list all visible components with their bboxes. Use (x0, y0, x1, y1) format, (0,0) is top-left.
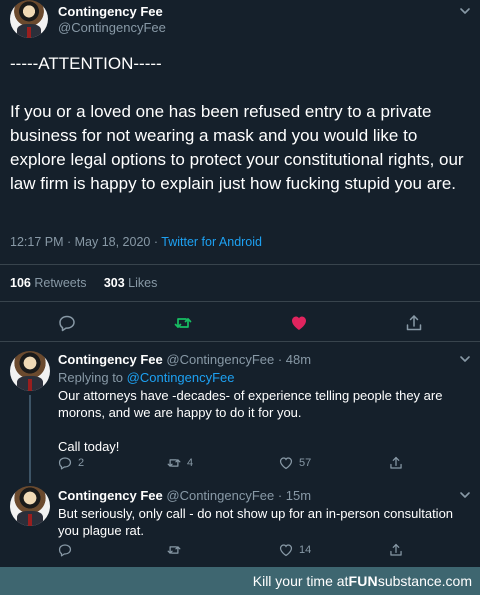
reply-tweet[interactable]: Contingency Fee @ContingencyFee · 15m Bu… (0, 480, 480, 567)
display-name[interactable]: Contingency Fee (58, 4, 163, 19)
reply-icon (58, 457, 72, 470)
reply-action[interactable] (58, 543, 72, 557)
divider (0, 264, 480, 265)
thread-line (29, 395, 31, 483)
handle-time[interactable]: @ContingencyFee · 15m (166, 488, 311, 503)
retweet-count: 4 (187, 457, 194, 469)
likes-count: 303 (103, 276, 125, 290)
watermark-suffix: .com (441, 573, 472, 589)
share-icon[interactable] (404, 313, 424, 333)
like-action[interactable]: 14 (279, 543, 311, 557)
retweets-label: Retweets (34, 276, 87, 290)
tweet-text: -----ATTENTION----- If you or a loved on… (10, 52, 475, 196)
chevron-down-icon[interactable] (458, 352, 472, 366)
tweet-meta: 12:17 PM · May 18, 2020 · Twitter for An… (10, 235, 262, 249)
watermark-brand-rest: substance (377, 573, 442, 589)
share-action[interactable] (389, 456, 403, 470)
like-count: 14 (299, 544, 312, 556)
watermark-brand-fun: FUN (348, 573, 378, 589)
replying-to: Replying to @ContingencyFee (58, 370, 235, 385)
replying-prefix: Replying to (58, 370, 127, 385)
share-icon (390, 456, 402, 469)
mention-link[interactable]: @ContingencyFee (127, 370, 235, 385)
reply-action[interactable]: 2 (58, 456, 84, 470)
tweet-heading: -----ATTENTION----- (10, 54, 162, 73)
handle[interactable]: @ContingencyFee (58, 20, 166, 35)
main-tweet: Contingency Fee @ContingencyFee -----ATT… (0, 0, 480, 342)
reply-header: Contingency Fee @ContingencyFee · 15m (58, 488, 311, 503)
likes-stat[interactable]: 303 Likes (104, 276, 158, 290)
engagement-stats: 106 Retweets 303 Likes (10, 276, 157, 290)
reply-icon[interactable] (57, 313, 77, 333)
reply-text-line: Our attorneys have -decades- of experien… (58, 388, 443, 420)
reply-icon (58, 544, 72, 557)
tweet-body-text: If you or a loved one has been refused e… (10, 102, 464, 193)
source-link[interactable]: Twitter for Android (161, 235, 262, 249)
reply-tweet[interactable]: Contingency Fee @ContingencyFee · 48m Re… (0, 342, 480, 483)
avatar[interactable] (10, 351, 50, 391)
reply-text: Our attorneys have -decades- of experien… (58, 387, 468, 455)
divider (0, 301, 480, 302)
reply-text: But seriously, only call - do not show u… (58, 505, 468, 539)
chevron-down-icon[interactable] (458, 4, 472, 18)
likes-label: Likes (128, 276, 158, 290)
display-name[interactable]: Contingency Fee (58, 488, 163, 503)
retweet-action[interactable] (167, 543, 181, 557)
reply-text-line: But seriously, only call - do not show u… (58, 506, 454, 538)
like-icon[interactable] (289, 313, 309, 333)
retweet-action[interactable]: 4 (167, 456, 193, 470)
avatar[interactable] (10, 0, 48, 38)
display-name[interactable]: Contingency Fee (58, 352, 163, 367)
like-action[interactable]: 57 (279, 456, 311, 470)
retweet-icon (167, 459, 181, 467)
handle-time[interactable]: @ContingencyFee · 48m (166, 352, 311, 367)
retweets-stat[interactable]: 106 Retweets (10, 276, 86, 290)
like-icon (279, 544, 293, 557)
timestamp[interactable]: 12:17 PM · May 18, 2020 · (10, 235, 161, 249)
reply-header: Contingency Fee @ContingencyFee · 48m (58, 352, 311, 367)
share-icon (390, 543, 402, 556)
chevron-down-icon[interactable] (458, 488, 472, 502)
watermark-bar: Kill your time at FUN substance .com (0, 567, 480, 595)
avatar[interactable] (10, 486, 50, 526)
reply-count: 2 (78, 457, 85, 469)
share-action[interactable] (389, 543, 403, 557)
like-icon (279, 457, 293, 470)
retweets-count: 106 (10, 276, 31, 290)
retweet-icon[interactable] (173, 313, 193, 333)
like-count: 57 (299, 457, 312, 469)
retweet-icon (167, 546, 181, 554)
watermark-prefix: Kill your time at (252, 573, 349, 589)
reply-text-line: Call today! (58, 439, 120, 454)
